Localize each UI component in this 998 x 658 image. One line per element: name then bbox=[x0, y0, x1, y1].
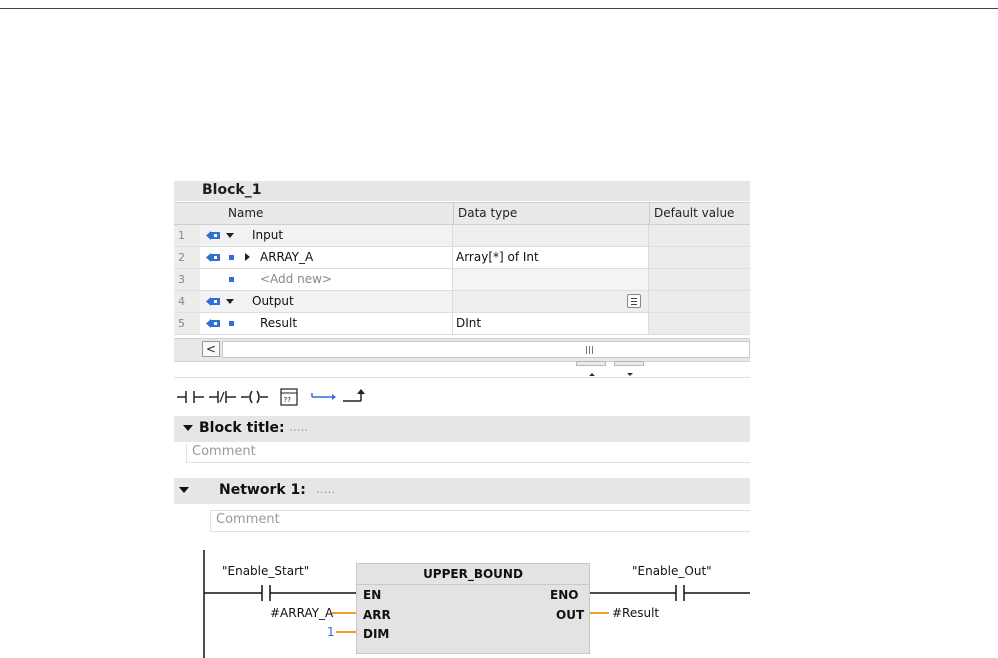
pin-arr: ARR bbox=[363, 608, 391, 622]
interface-io-icon bbox=[206, 231, 220, 240]
normally-open-contact-icon[interactable] bbox=[176, 385, 206, 409]
add-new-row[interactable]: <Add new> bbox=[260, 269, 332, 290]
parameter-marker-icon bbox=[229, 277, 234, 282]
column-header-data-type[interactable]: Data type bbox=[453, 203, 649, 224]
pane-splitter[interactable] bbox=[576, 361, 648, 376]
pin-dim: DIM bbox=[363, 627, 390, 641]
collapse-block-title-icon[interactable] bbox=[183, 425, 193, 431]
block-name: Block_1 bbox=[202, 182, 262, 198]
pin-en: EN bbox=[363, 588, 382, 602]
column-header-name[interactable]: Name bbox=[224, 203, 453, 224]
scroll-grip-icon[interactable] bbox=[586, 346, 594, 354]
empty-box-icon[interactable]: ?? bbox=[274, 385, 304, 409]
table-row[interactable]: 3 <Add new> bbox=[174, 269, 750, 291]
row-number: 1 bbox=[174, 225, 200, 246]
table-row[interactable]: 2 ARRAY_A Array[*] of Int bbox=[174, 247, 750, 269]
parameter-marker-icon bbox=[229, 321, 234, 326]
block-title-label: Block title: bbox=[199, 420, 285, 436]
collapse-icon[interactable] bbox=[226, 233, 234, 238]
upper-bound-box[interactable]: UPPER_BOUND EN ARR DIM ENO OUT bbox=[356, 563, 590, 654]
coil-icon[interactable] bbox=[240, 385, 270, 409]
table-row[interactable]: 4 Output bbox=[174, 291, 750, 313]
pin-out: OUT bbox=[556, 608, 585, 622]
interface-io-icon bbox=[206, 253, 220, 262]
row-number: 5 bbox=[174, 313, 200, 334]
interface-io-icon bbox=[206, 297, 220, 306]
dim-operand[interactable]: 1 bbox=[327, 625, 335, 639]
row-number: 4 bbox=[174, 291, 200, 312]
normally-closed-contact-icon[interactable] bbox=[208, 385, 238, 409]
arr-operand[interactable]: #ARRAY_A bbox=[270, 606, 333, 620]
list-picker-icon[interactable] bbox=[627, 294, 641, 308]
row-number: 2 bbox=[174, 247, 200, 268]
interface-table-header: Name Data type Default value bbox=[174, 202, 750, 225]
table-row[interactable]: 1 Input bbox=[174, 225, 750, 247]
row-data-type[interactable]: DInt bbox=[456, 313, 648, 334]
horizontal-scrollbar[interactable]: < bbox=[174, 338, 750, 362]
scroll-left-button[interactable]: < bbox=[202, 341, 220, 357]
box-title: UPPER_BOUND bbox=[357, 564, 589, 585]
row-name[interactable]: ARRAY_A bbox=[260, 247, 313, 268]
pin-eno: ENO bbox=[550, 588, 579, 602]
close-branch-icon[interactable] bbox=[340, 385, 370, 409]
network-comment[interactable]: Comment bbox=[216, 512, 280, 527]
network-title-value[interactable]: ..... bbox=[316, 482, 335, 496]
expand-icon[interactable] bbox=[245, 253, 250, 261]
ladder-toolbar: ?? bbox=[174, 377, 750, 416]
top-border-line bbox=[0, 8, 998, 9]
table-row[interactable]: 5 Result DInt bbox=[174, 313, 750, 335]
collapse-icon[interactable] bbox=[226, 299, 234, 304]
row-number: 3 bbox=[174, 269, 200, 290]
splitter-down-button[interactable] bbox=[614, 361, 644, 376]
interface-io-icon bbox=[206, 319, 220, 328]
network-1-bar[interactable]: Network 1: ..... bbox=[174, 478, 750, 504]
out-operand[interactable]: #Result bbox=[612, 606, 659, 620]
collapse-network-icon[interactable] bbox=[179, 487, 189, 493]
column-header-default-value[interactable]: Default value bbox=[649, 203, 750, 224]
enable-out-tag[interactable]: "Enable_Out" bbox=[632, 564, 712, 578]
block-title-value[interactable]: ..... bbox=[289, 420, 308, 434]
network-label: Network 1: bbox=[219, 482, 306, 498]
row-data-type[interactable]: Array[*] of Int bbox=[456, 247, 648, 268]
row-name[interactable]: Output bbox=[252, 291, 294, 312]
row-name[interactable]: Result bbox=[260, 313, 297, 334]
scroll-track[interactable] bbox=[222, 341, 750, 358]
block-title-bar[interactable]: Block title: ..... bbox=[174, 416, 750, 442]
parameter-marker-icon bbox=[229, 255, 234, 260]
enable-start-tag[interactable]: "Enable_Start" bbox=[222, 564, 309, 578]
row-name[interactable]: Input bbox=[252, 225, 283, 246]
block-interface-title: Block_1 bbox=[174, 181, 750, 201]
svg-text:??: ?? bbox=[284, 396, 292, 404]
open-branch-icon[interactable] bbox=[308, 385, 338, 409]
splitter-up-button[interactable] bbox=[576, 361, 606, 376]
block-comment[interactable]: Comment bbox=[192, 444, 256, 459]
program-editor: Block_1 Name Data type Default value 1 I… bbox=[174, 181, 750, 658]
